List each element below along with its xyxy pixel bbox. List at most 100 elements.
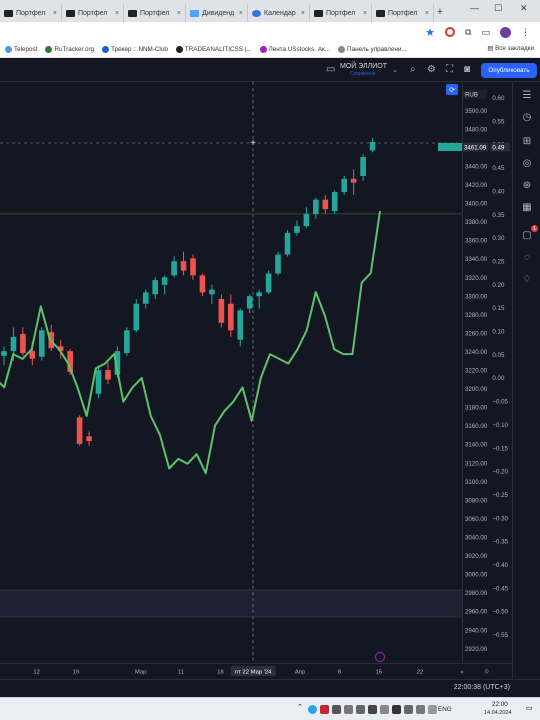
app-tray-icon[interactable] [332, 705, 341, 714]
minimize-icon[interactable]: — [470, 3, 479, 13]
price-tick-label: 2920.00 [465, 646, 488, 653]
candle-body [228, 303, 234, 331]
candle-body [171, 261, 177, 276]
bookmark-item[interactable]: Telepost [5, 46, 37, 53]
browser-tab[interactable]: Портфел × [62, 4, 124, 22]
bookmark-item[interactable]: Трекер :: NNM-Club [102, 46, 168, 53]
browser-tab[interactable]: Портфел × [0, 4, 62, 22]
close-tab-icon[interactable]: × [53, 10, 57, 17]
tradingview-header: ▭ МОЙ ЭЛЛИОТ Сохранено ⌄ ⌕ ⚙ ⛶ ◙ Опублик… [0, 59, 540, 82]
network-icon[interactable] [404, 705, 413, 714]
extension-icon[interactable] [445, 27, 456, 37]
app-icon[interactable] [392, 705, 401, 714]
folder-icon: ▤ [487, 45, 496, 52]
candle-body [322, 199, 329, 210]
volume-icon[interactable] [428, 705, 437, 714]
bookmark-favicon-icon [175, 46, 183, 53]
bookmark-item[interactable]: TRADEANALITICSS |... [175, 46, 252, 53]
candle-body [161, 277, 168, 285]
shield-icon[interactable] [344, 705, 353, 714]
browser-tab[interactable]: Портфел × [372, 4, 434, 22]
bookmark-label: Telepost [14, 46, 38, 53]
keyboard-layout-icon[interactable] [320, 705, 329, 714]
alerts-clock-icon[interactable]: ◷ [520, 110, 534, 124]
candle-body [209, 289, 215, 295]
language-indicator[interactable]: ENG [438, 706, 452, 713]
close-tab-icon[interactable]: × [363, 10, 367, 17]
chevron-down-icon[interactable]: ⌄ [392, 66, 398, 74]
indicator-tick-label: 0.20 [492, 282, 505, 289]
indicator-tick-label: 0.30 [492, 235, 505, 242]
new-tab-button[interactable]: + [432, 3, 448, 21]
search-icon[interactable]: ⌕ [410, 64, 416, 75]
browser-tab-label: Календар [264, 9, 296, 17]
cloud-icon[interactable] [380, 705, 389, 714]
chevron-up-icon[interactable]: ⌃ [297, 703, 306, 712]
bookmark-favicon-icon [102, 46, 110, 53]
telegram-icon[interactable] [308, 705, 317, 714]
browser-tab[interactable]: Календар × [248, 4, 310, 22]
close-window-icon[interactable]: ✕ [520, 3, 528, 14]
price-tick-label: 3480.00 [465, 126, 488, 133]
layout-saved-status: Сохранено [350, 71, 376, 77]
menu-icon[interactable]: ⋮ [521, 27, 530, 38]
bookmark-item[interactable]: Лента USstocks. Ак... [259, 46, 330, 53]
browser-tab[interactable]: Дивиденд × [186, 4, 248, 22]
target-icon[interactable]: ◎ [520, 156, 534, 170]
close-tab-icon[interactable]: × [177, 10, 181, 17]
bookmark-item[interactable]: RuTracker.org [45, 46, 94, 53]
taskbar-date[interactable]: 14.04.2024 [484, 710, 512, 716]
grid-icon[interactable]: ⊞ [520, 134, 534, 148]
candle-body [341, 178, 347, 193]
taskbar-time[interactable]: 22:00 [492, 701, 508, 708]
browser-tab[interactable]: Портфел × [124, 4, 186, 22]
price-tick-label: 3240.00 [465, 349, 488, 356]
candle-body [105, 370, 111, 380]
price-tick-label: 3320.00 [465, 275, 488, 282]
puzzle-icon[interactable]: ⧉ [465, 27, 471, 38]
bell-icon[interactable]: ♢ [520, 272, 534, 286]
status-time[interactable]: 22:00:38 (UTC+3) [454, 684, 510, 691]
price-tick-label: 3340.00 [465, 256, 488, 263]
notifications-icon[interactable]: ▭ [526, 704, 535, 713]
browser-tab[interactable]: Портфел × [310, 4, 372, 22]
indicator-tick-label: 0.15 [492, 305, 505, 312]
chart-status-row: 22:00:38 (UTC+3) [0, 679, 540, 697]
candle-body [29, 351, 36, 359]
close-tab-icon[interactable]: × [425, 10, 429, 17]
calendar-icon[interactable]: ▦ [520, 200, 534, 214]
candle-body [218, 299, 225, 323]
close-tab-icon[interactable]: × [115, 10, 119, 17]
sidebar-icon[interactable]: ▭ [481, 27, 490, 38]
battery-icon[interactable] [416, 705, 425, 714]
profile-avatar[interactable] [500, 26, 511, 38]
crosshair-icon: + [250, 138, 256, 149]
price-chart[interactable]: +⟳ [0, 82, 462, 663]
camera-icon[interactable]: ◙ [464, 64, 470, 75]
ideas-icon[interactable]: ⊛ [520, 178, 534, 192]
time-tick-label: 15 [376, 669, 383, 675]
all-bookmarks[interactable]: ▤ Все закладки [487, 45, 534, 52]
layout-icon[interactable]: ▭ [326, 64, 335, 75]
settings-icon[interactable]: ⚙ [427, 64, 436, 75]
price-tick-label: 3420.00 [465, 182, 488, 189]
tray-icon[interactable] [368, 705, 377, 714]
speaker-icon[interactable] [356, 705, 365, 714]
price-axis[interactable]: 3500.003480.003460.003440.003420.003400.… [462, 82, 512, 663]
indicator-line [0, 210, 381, 475]
layout-name[interactable]: МОЙ ЭЛЛИОТ [340, 63, 387, 70]
watchlist-icon[interactable]: ☰ [520, 88, 534, 102]
close-tab-icon[interactable]: × [239, 10, 243, 17]
notification-badge: 1 [531, 225, 538, 232]
bookmark-star-icon[interactable]: ★ [425, 26, 435, 39]
price-tick-label: 3300.00 [465, 293, 488, 300]
all-bookmarks-label: Все закладки [495, 45, 534, 52]
fullscreen-icon[interactable]: ⛶ [446, 64, 453, 75]
close-tab-icon[interactable]: × [301, 10, 305, 17]
maximize-icon[interactable]: ☐ [494, 3, 502, 14]
bookmark-item[interactable]: Панель управлени... [338, 46, 407, 53]
price-tick-label: 3160.00 [465, 423, 488, 430]
broadcast-icon[interactable]: ◌ [520, 250, 534, 264]
time-axis[interactable]: 12 19 Мар 11 18 пт 22 Мар '24 Апр 8 15 22 ◂ ⚙ [0, 663, 512, 679]
publish-button[interactable]: Опубликовать [481, 63, 537, 78]
